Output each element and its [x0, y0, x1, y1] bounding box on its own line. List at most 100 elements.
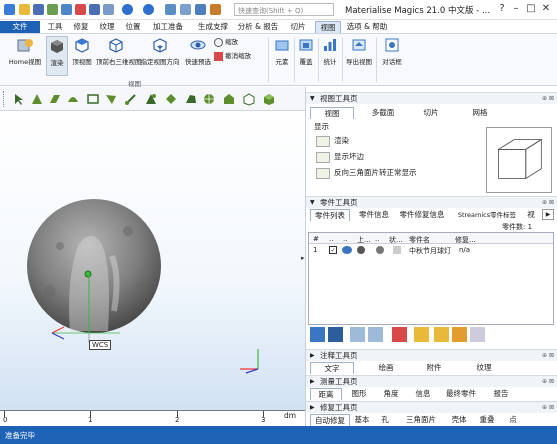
close-button[interactable]: ✕: [539, 2, 553, 16]
part-save-icon[interactable]: [414, 327, 429, 342]
col-upload[interactable]: 上...: [357, 235, 371, 245]
col-visible[interactable]: ..: [329, 235, 333, 243]
part-panel-header[interactable]: ▼ 零件工具页 ⊕ ⊠: [306, 196, 557, 208]
eye-icon[interactable]: [342, 246, 352, 254]
overlay-button[interactable]: 覆盖: [296, 36, 316, 66]
flipped-triangles-option[interactable]: 反向三角面片转正常显示: [316, 167, 417, 179]
statistics-button[interactable]: 统计: [320, 36, 340, 66]
render-dropdown[interactable]: [316, 135, 330, 147]
color-swatch-icon[interactable]: [376, 246, 384, 254]
flipped-triangles-dropdown[interactable]: [316, 167, 330, 179]
export-icon[interactable]: [103, 4, 114, 15]
quick-search-input[interactable]: 快速查询(Shift + Q): [234, 3, 334, 16]
annotation-panel-header[interactable]: ▶ 注释工具页 ⊕ ⊠: [306, 349, 557, 361]
part-add-icon[interactable]: [310, 327, 325, 342]
select-arrow-icon[interactable]: [12, 92, 26, 106]
view-panel-header[interactable]: ▼ 视图工具页 ⊕ ⊠: [306, 92, 557, 104]
select-sphere-icon[interactable]: [202, 92, 216, 106]
tab-scroll-right-icon[interactable]: ▶: [542, 209, 554, 220]
panel-pin-icon[interactable]: ⊕ ⊠: [542, 376, 554, 387]
tab-part-info[interactable]: 零件信息: [354, 209, 394, 221]
redo-icon[interactable]: [143, 4, 154, 15]
collapse-arrow-icon[interactable]: ▼: [310, 93, 315, 104]
select-lasso-icon[interactable]: [104, 92, 118, 106]
tab-tools[interactable]: 工具: [44, 21, 66, 33]
select-cube-icon[interactable]: [262, 92, 276, 106]
col-eye[interactable]: ..: [343, 235, 347, 243]
home-view-button[interactable]: Home视图: [8, 36, 42, 66]
expand-arrow-icon[interactable]: ▶: [310, 402, 315, 413]
tab-info[interactable]: 信息: [410, 388, 436, 400]
tab-more[interactable]: 视: [524, 209, 538, 221]
tab-build-prep[interactable]: 加工准备: [147, 21, 189, 33]
move-icon[interactable]: [165, 4, 176, 15]
tab-part-repair-info[interactable]: 零件修复信息: [396, 209, 448, 221]
dialog-button[interactable]: 对话框: [378, 36, 406, 66]
part-delete-icon[interactable]: [392, 327, 407, 342]
tab-text[interactable]: 文字: [310, 362, 354, 374]
part-merge-icon[interactable]: [350, 327, 365, 342]
expand-arrow-icon[interactable]: ▶: [310, 350, 315, 361]
tab-distance[interactable]: 距离: [310, 388, 342, 400]
print-icon[interactable]: [89, 4, 100, 15]
part-swap-icon[interactable]: [328, 327, 343, 342]
measure-panel-header[interactable]: ▶ 测量工具页 ⊕ ⊠: [306, 375, 557, 387]
tab-point[interactable]: 点: [506, 414, 520, 426]
zoom-button[interactable]: 缩放: [214, 36, 260, 47]
collapse-arrow-icon[interactable]: ▼: [310, 197, 315, 208]
tab-report[interactable]: 报告: [488, 388, 514, 400]
select-brush-icon[interactable]: [124, 92, 138, 106]
tab-overlap[interactable]: 重叠: [476, 414, 498, 426]
select-triangle-icon[interactable]: [30, 92, 44, 106]
col-color[interactable]: ..: [375, 235, 379, 243]
select-part-icon[interactable]: [164, 92, 178, 106]
tab-file[interactable]: 文件: [0, 21, 40, 33]
part-tag-icon[interactable]: [452, 327, 467, 342]
select-body-icon[interactable]: [242, 92, 256, 106]
expand-arrow-icon[interactable]: ▶: [310, 376, 315, 387]
visible-checkbox[interactable]: ✓: [329, 246, 337, 254]
render-option[interactable]: 渲染: [316, 135, 349, 147]
tab-auto-repair[interactable]: 自动修复: [310, 414, 350, 426]
tab-draw[interactable]: 绘画: [368, 362, 404, 374]
tab-shape[interactable]: 图形: [346, 388, 372, 400]
export-view-button[interactable]: 导出视图: [344, 36, 374, 66]
tab-mesh[interactable]: 网格: [466, 107, 494, 119]
part-more-icon[interactable]: [470, 327, 485, 342]
save-as-icon[interactable]: [61, 4, 72, 15]
tab-triangles[interactable]: 三角面片: [404, 414, 438, 426]
col-part-name[interactable]: 零件名: [409, 235, 430, 245]
tab-slice[interactable]: 切片: [287, 21, 309, 33]
tab-multi-section[interactable]: 多截面: [364, 107, 402, 119]
undo-zoom-button[interactable]: 撤消缩放: [214, 50, 260, 61]
tab-options-help[interactable]: 选项 & 帮助: [345, 21, 389, 33]
specify-view-direction-button[interactable]: 指定视图方向: [140, 36, 180, 66]
tab-streamics-label[interactable]: Streamics零件标签: [452, 209, 522, 221]
select-noise-icon[interactable]: [222, 92, 236, 106]
repair-panel-header[interactable]: ▶ 修复工具页 ⊕ ⊠: [306, 401, 557, 413]
col-status[interactable]: 状...: [389, 235, 403, 245]
splitter-handle-icon[interactable]: ▸: [301, 254, 305, 262]
select-box-icon[interactable]: [86, 92, 100, 106]
tab-hole[interactable]: 孔: [378, 414, 392, 426]
tab-angle[interactable]: 角度: [378, 388, 404, 400]
bad-edges-dropdown[interactable]: [316, 151, 330, 163]
tab-texture[interactable]: 纹理: [96, 21, 118, 33]
panel-pin-icon[interactable]: ⊕ ⊠: [542, 402, 554, 413]
tab-position[interactable]: 位置: [122, 21, 144, 33]
save-all-icon[interactable]: [47, 4, 58, 15]
select-shell-icon[interactable]: [144, 92, 158, 106]
tab-fix[interactable]: 修复: [70, 21, 92, 33]
3d-viewport[interactable]: WCS: [0, 111, 305, 419]
elements-button[interactable]: 元素: [272, 36, 292, 66]
measure-icon[interactable]: [210, 4, 221, 15]
select-surface-icon[interactable]: [66, 92, 80, 106]
panel-pin-icon[interactable]: ⊕ ⊠: [542, 350, 554, 361]
open-folder-icon[interactable]: [19, 4, 30, 15]
tab-final-part[interactable]: 最终零件: [440, 388, 482, 400]
mirror-icon[interactable]: [195, 4, 206, 15]
tab-analysis[interactable]: 分析 & 报告: [237, 21, 279, 33]
tab-part-list[interactable]: 零件列表: [310, 209, 350, 221]
minimize-button[interactable]: –: [509, 2, 523, 16]
rotate-icon[interactable]: [180, 4, 191, 15]
